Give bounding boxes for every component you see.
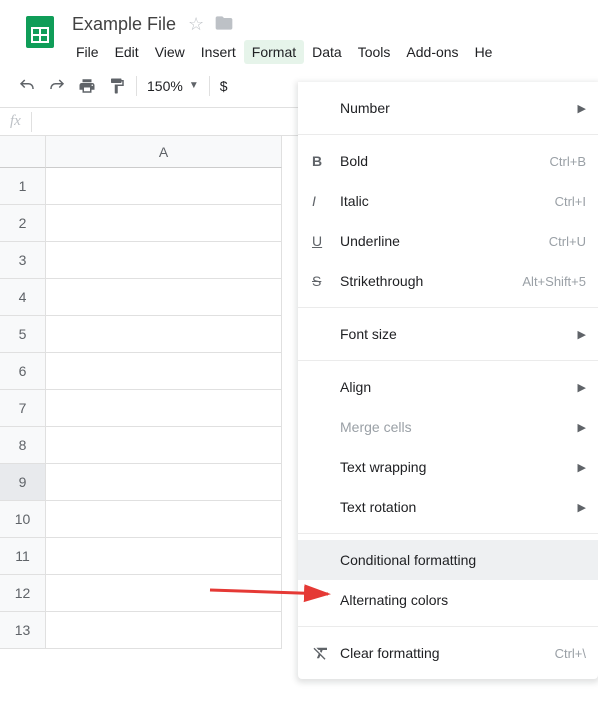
menu-insert[interactable]: Insert xyxy=(193,40,244,64)
cell[interactable] xyxy=(46,316,282,353)
document-title[interactable]: Example File xyxy=(68,14,180,35)
format-dropdown: Number▶ B BoldCtrl+B I ItalicCtrl+I U Un… xyxy=(298,82,598,679)
menu-align[interactable]: Align▶ xyxy=(298,367,598,407)
menu-addons[interactable]: Add-ons xyxy=(398,40,466,64)
move-folder-icon[interactable] xyxy=(214,13,234,36)
star-icon[interactable]: ☆ xyxy=(188,14,204,35)
bold-icon: B xyxy=(312,153,340,169)
menu-file[interactable]: File xyxy=(68,40,107,64)
submenu-arrow-icon: ▶ xyxy=(578,381,586,394)
strikethrough-icon: S xyxy=(312,273,340,289)
redo-icon[interactable] xyxy=(42,73,72,99)
menu-text-rotation[interactable]: Text rotation▶ xyxy=(298,487,598,527)
print-icon[interactable] xyxy=(72,73,102,99)
cell[interactable] xyxy=(46,612,282,649)
cell[interactable] xyxy=(46,390,282,427)
submenu-arrow-icon: ▶ xyxy=(578,501,586,514)
column-header[interactable]: A xyxy=(46,136,282,168)
menu-text-wrapping[interactable]: Text wrapping▶ xyxy=(298,447,598,487)
cell[interactable] xyxy=(46,242,282,279)
cell[interactable] xyxy=(46,279,282,316)
clear-format-icon xyxy=(312,644,340,662)
cell[interactable] xyxy=(46,427,282,464)
row-header[interactable]: 1 xyxy=(0,168,46,205)
currency-format[interactable]: $ xyxy=(214,78,234,94)
menu-tools[interactable]: Tools xyxy=(350,40,399,64)
cell[interactable] xyxy=(46,575,282,612)
row-header[interactable]: 5 xyxy=(0,316,46,353)
zoom-select[interactable]: 150%▼ xyxy=(141,78,205,94)
cell[interactable] xyxy=(46,168,282,205)
italic-icon: I xyxy=(312,193,340,209)
sheets-logo[interactable] xyxy=(20,12,60,52)
row-header[interactable]: 4 xyxy=(0,279,46,316)
menu-italic[interactable]: I ItalicCtrl+I xyxy=(298,181,598,221)
row-header[interactable]: 8 xyxy=(0,427,46,464)
fx-label: fx xyxy=(0,113,31,130)
select-all-corner[interactable] xyxy=(0,136,46,168)
row-header[interactable]: 10 xyxy=(0,501,46,538)
menu-clear-formatting[interactable]: Clear formattingCtrl+\ xyxy=(298,633,598,673)
undo-icon[interactable] xyxy=(12,73,42,99)
menu-edit[interactable]: Edit xyxy=(107,40,147,64)
cell[interactable] xyxy=(46,464,282,501)
cell[interactable] xyxy=(46,205,282,242)
menu-alternating-colors[interactable]: Alternating colors xyxy=(298,580,598,620)
menu-merge-cells: Merge cells▶ xyxy=(298,407,598,447)
menu-font-size[interactable]: Font size▶ xyxy=(298,314,598,354)
menu-help[interactable]: He xyxy=(467,40,501,64)
cell[interactable] xyxy=(46,353,282,390)
submenu-arrow-icon: ▶ xyxy=(578,461,586,474)
menu-number[interactable]: Number▶ xyxy=(298,88,598,128)
menu-conditional-formatting[interactable]: Conditional formatting xyxy=(298,540,598,580)
row-header[interactable]: 13 xyxy=(0,612,46,649)
menu-bar: File Edit View Insert Format Data Tools … xyxy=(68,36,590,64)
submenu-arrow-icon: ▶ xyxy=(578,102,586,115)
cell[interactable] xyxy=(46,538,282,575)
menu-bold[interactable]: B BoldCtrl+B xyxy=(298,141,598,181)
row-header[interactable]: 9 xyxy=(0,464,46,501)
row-header[interactable]: 12 xyxy=(0,575,46,612)
submenu-arrow-icon: ▶ xyxy=(578,328,586,341)
menu-view[interactable]: View xyxy=(147,40,193,64)
menu-data[interactable]: Data xyxy=(304,40,350,64)
submenu-arrow-icon: ▶ xyxy=(578,421,586,434)
row-header[interactable]: 6 xyxy=(0,353,46,390)
row-header[interactable]: 7 xyxy=(0,390,46,427)
cell[interactable] xyxy=(46,501,282,538)
underline-icon: U xyxy=(312,233,340,249)
row-header[interactable]: 3 xyxy=(0,242,46,279)
row-header[interactable]: 2 xyxy=(0,205,46,242)
menu-strikethrough[interactable]: S StrikethroughAlt+Shift+5 xyxy=(298,261,598,301)
paint-format-icon[interactable] xyxy=(102,73,132,99)
menu-format[interactable]: Format xyxy=(244,40,304,64)
row-header[interactable]: 11 xyxy=(0,538,46,575)
menu-underline[interactable]: U UnderlineCtrl+U xyxy=(298,221,598,261)
